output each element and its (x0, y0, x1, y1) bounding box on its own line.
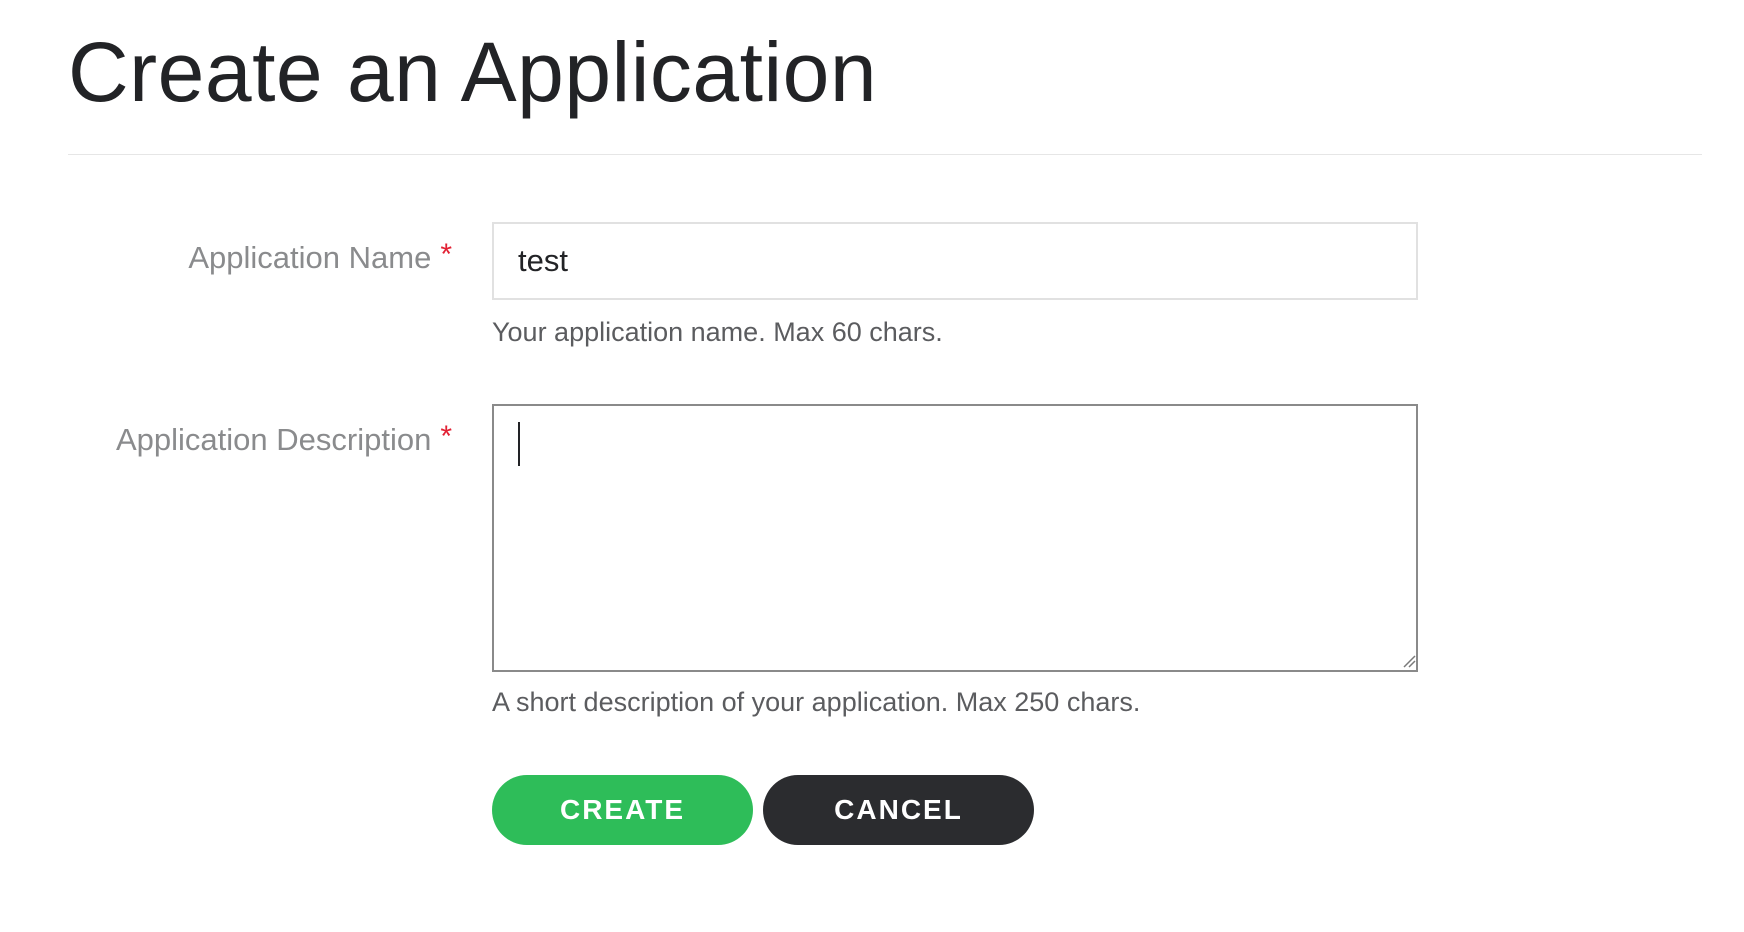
required-mark-description: * (440, 420, 452, 453)
text-caret (518, 422, 520, 466)
title-divider (68, 154, 1702, 155)
page-title: Create an Application (68, 25, 878, 119)
required-mark-name: * (440, 238, 452, 271)
resize-handle-icon[interactable] (1402, 654, 1416, 668)
application-name-input[interactable] (492, 222, 1418, 300)
application-description-label: Application Description * (116, 420, 452, 461)
application-description-help: A short description of your application.… (492, 687, 1141, 717)
application-name-label-text: Application Name (188, 240, 432, 275)
create-application-page: Create an Application Application Name * … (0, 0, 1744, 932)
application-description-textarea[interactable] (492, 404, 1418, 672)
application-name-label: Application Name * (188, 238, 452, 279)
cancel-button[interactable]: CANCEL (763, 775, 1034, 845)
application-name-help: Your application name. Max 60 chars. (492, 317, 943, 347)
create-button[interactable]: CREATE (492, 775, 753, 845)
application-description-label-text: Application Description (115, 422, 432, 457)
